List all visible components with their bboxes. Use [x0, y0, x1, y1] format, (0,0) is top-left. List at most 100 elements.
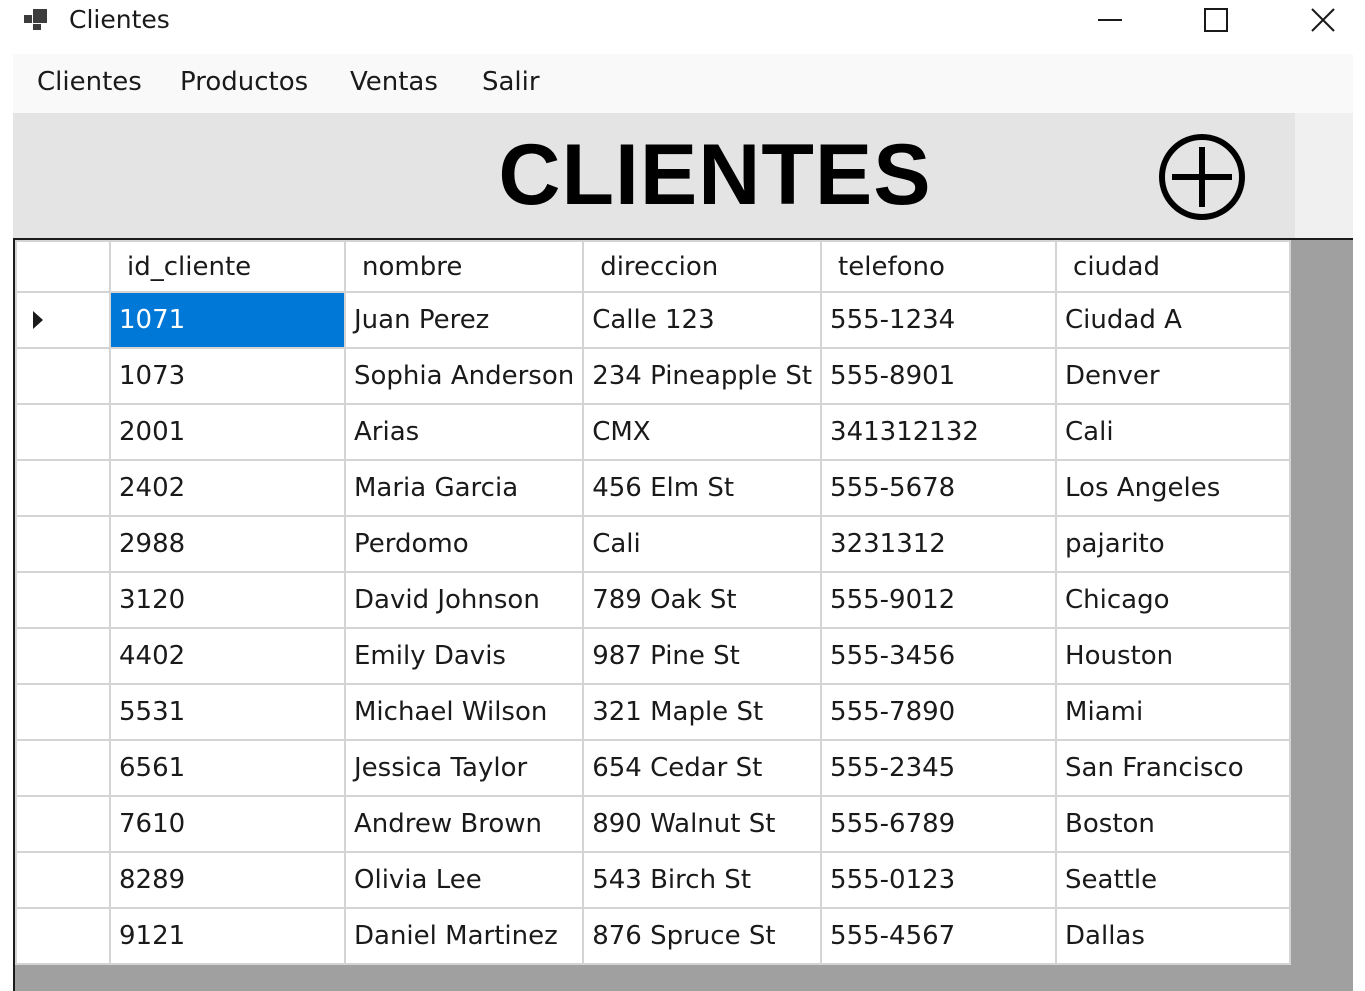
row-header-cell[interactable] — [15, 683, 111, 741]
cell-telefono[interactable]: 555-0123 — [820, 851, 1058, 909]
cell-direccion[interactable]: CMX — [582, 403, 823, 461]
row-header-cell[interactable] — [15, 627, 111, 685]
row-header-cell[interactable] — [15, 739, 111, 797]
menu-item-productos[interactable]: Productos — [180, 64, 308, 100]
cell-ciudad[interactable]: Los Angeles — [1055, 459, 1292, 517]
close-button[interactable] — [1293, 0, 1353, 40]
cell-id-cliente[interactable]: 9121 — [109, 907, 346, 965]
cell-id-cliente[interactable]: 1073 — [109, 347, 346, 405]
cell-id-cliente[interactable]: 8289 — [109, 851, 346, 909]
row-header-cell[interactable] — [15, 515, 111, 573]
table-row[interactable]: 2988 Perdomo Cali 3231312 pajarito — [15, 515, 1292, 573]
cell-ciudad[interactable]: Miami — [1055, 683, 1292, 741]
menu-item-ventas[interactable]: Ventas — [350, 64, 438, 100]
maximize-button[interactable] — [1186, 0, 1246, 40]
row-header-cell[interactable] — [15, 291, 111, 349]
cell-ciudad[interactable]: Denver — [1055, 347, 1292, 405]
table-row[interactable]: 1073 Sophia Anderson 234 Pineapple St 555-8… — [15, 347, 1292, 405]
table-row[interactable]: 7610 Andrew Brown 890 Walnut St 555-6789 Bos… — [15, 795, 1292, 853]
table-row[interactable]: 2001 Arias CMX 341312132 Cali — [15, 403, 1292, 461]
table-row[interactable]: 8289 Olivia Lee 543 Birch St 555-0123 Seattl… — [15, 851, 1292, 909]
menu-item-clientes[interactable]: Clientes — [37, 64, 142, 100]
cell-direccion[interactable]: 890 Walnut St — [582, 795, 823, 853]
column-header-ciudad[interactable]: ciudad — [1055, 240, 1292, 293]
cell-telefono[interactable]: 3231312 — [820, 515, 1058, 573]
column-header-id-cliente[interactable]: id_cliente — [109, 240, 346, 293]
cell-telefono[interactable]: 555-1234 — [820, 291, 1058, 349]
cell-direccion[interactable]: Cali — [582, 515, 823, 573]
row-header-cell[interactable] — [15, 571, 111, 629]
cell-nombre[interactable]: Sophia Anderson — [343, 347, 585, 405]
cell-ciudad[interactable]: pajarito — [1055, 515, 1292, 573]
row-header-cell[interactable] — [15, 851, 111, 909]
cell-ciudad[interactable]: San Francisco — [1055, 739, 1292, 797]
title-bar[interactable]: Clientes — [0, 0, 1365, 52]
cell-direccion[interactable]: 987 Pine St — [582, 627, 823, 685]
cell-telefono[interactable]: 555-8901 — [820, 347, 1058, 405]
cell-direccion[interactable]: 654 Cedar St — [582, 739, 823, 797]
cell-nombre[interactable]: Andrew Brown — [343, 795, 585, 853]
cell-ciudad[interactable]: Seattle — [1055, 851, 1292, 909]
table-row[interactable]: 9121 Daniel Martinez 876 Spruce St 555-4567… — [15, 907, 1292, 965]
add-client-button[interactable] — [1158, 133, 1246, 221]
table-row[interactable]: 1071 Juan Perez Calle 123 555-1234 Ciudad A — [15, 291, 1292, 349]
table-row[interactable]: 2402 Maria Garcia 456 Elm St 555-5678 Los An… — [15, 459, 1292, 517]
table-row[interactable]: 6561 Jessica Taylor 654 Cedar St 555-2345 Sa… — [15, 739, 1292, 797]
row-header-cell[interactable] — [15, 795, 111, 853]
cell-nombre[interactable]: Emily Davis — [343, 627, 585, 685]
column-header-nombre[interactable]: nombre — [343, 240, 585, 293]
menu-item-salir[interactable]: Salir — [482, 64, 540, 100]
corner-header-cell[interactable] — [15, 240, 111, 293]
cell-nombre[interactable]: Arias — [343, 403, 585, 461]
row-header-cell[interactable] — [15, 907, 111, 965]
table-row[interactable]: 5531 Michael Wilson 321 Maple St 555-7890 Mi… — [15, 683, 1292, 741]
cell-telefono[interactable]: 555-4567 — [820, 907, 1058, 965]
row-header-cell[interactable] — [15, 403, 111, 461]
cell-nombre[interactable]: Perdomo — [343, 515, 585, 573]
cell-id-cliente[interactable]: 5531 — [109, 683, 346, 741]
cell-id-cliente[interactable]: 6561 — [109, 739, 346, 797]
row-header-cell[interactable] — [15, 459, 111, 517]
cell-id-cliente[interactable]: 7610 — [109, 795, 346, 853]
cell-telefono[interactable]: 555-3456 — [820, 627, 1058, 685]
cell-ciudad[interactable]: Boston — [1055, 795, 1292, 853]
cell-id-cliente[interactable]: 2001 — [109, 403, 346, 461]
cell-direccion[interactable]: 876 Spruce St — [582, 907, 823, 965]
cell-ciudad[interactable]: Ciudad A — [1055, 291, 1292, 349]
cell-ciudad[interactable]: Chicago — [1055, 571, 1292, 629]
cell-nombre[interactable]: Daniel Martinez — [343, 907, 585, 965]
cell-telefono[interactable]: 555-9012 — [820, 571, 1058, 629]
cell-nombre[interactable]: Olivia Lee — [343, 851, 585, 909]
cell-telefono[interactable]: 555-5678 — [820, 459, 1058, 517]
minimize-button[interactable] — [1080, 0, 1140, 40]
cell-ciudad[interactable]: Cali — [1055, 403, 1292, 461]
cell-id-cliente[interactable]: 1071 — [109, 291, 346, 349]
table-row[interactable]: 4402 Emily Davis 987 Pine St 555-3456 Housto… — [15, 627, 1292, 685]
cell-id-cliente[interactable]: 2402 — [109, 459, 346, 517]
cell-telefono[interactable]: 555-7890 — [820, 683, 1058, 741]
cell-direccion[interactable]: Calle 123 — [582, 291, 823, 349]
cell-direccion[interactable]: 234 Pineapple St — [582, 347, 823, 405]
cell-id-cliente[interactable]: 2988 — [109, 515, 346, 573]
cell-direccion[interactable]: 543 Birch St — [582, 851, 823, 909]
cell-telefono[interactable]: 341312132 — [820, 403, 1058, 461]
cell-nombre[interactable]: Maria Garcia — [343, 459, 585, 517]
cell-direccion[interactable]: 456 Elm St — [582, 459, 823, 517]
cell-telefono[interactable]: 555-2345 — [820, 739, 1058, 797]
row-header-cell[interactable] — [15, 347, 111, 405]
cell-id-cliente[interactable]: 3120 — [109, 571, 346, 629]
table-row[interactable]: 3120 David Johnson 789 Oak St 555-9012 Chica… — [15, 571, 1292, 629]
cell-id-cliente[interactable]: 4402 — [109, 627, 346, 685]
clientes-data-grid[interactable]: id_cliente nombre direccion telefono ciu… — [13, 238, 1353, 991]
column-header-direccion[interactable]: direccion — [582, 240, 823, 293]
cell-ciudad[interactable]: Dallas — [1055, 907, 1292, 965]
cell-direccion[interactable]: 321 Maple St — [582, 683, 823, 741]
cell-ciudad[interactable]: Houston — [1055, 627, 1292, 685]
cell-nombre[interactable]: David Johnson — [343, 571, 585, 629]
cell-nombre[interactable]: Michael Wilson — [343, 683, 585, 741]
cell-nombre[interactable]: Jessica Taylor — [343, 739, 585, 797]
cell-direccion[interactable]: 789 Oak St — [582, 571, 823, 629]
column-header-telefono[interactable]: telefono — [820, 240, 1058, 293]
cell-nombre[interactable]: Juan Perez — [343, 291, 585, 349]
cell-telefono[interactable]: 555-6789 — [820, 795, 1058, 853]
